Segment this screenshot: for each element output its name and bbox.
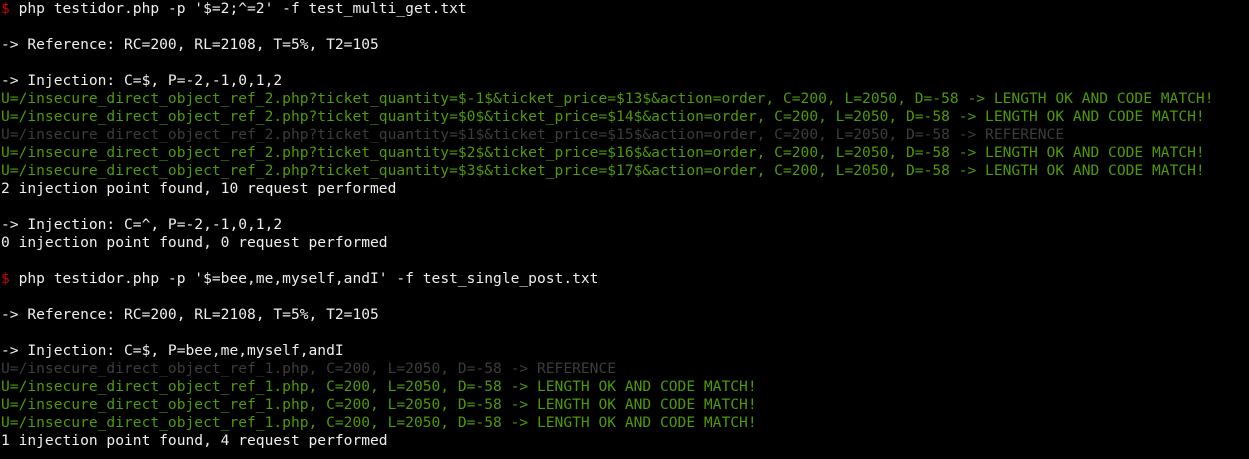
- reference-result-line: U=/insecure_direct_object_ref_1.php, C=2…: [1, 360, 617, 377]
- injection-header-line: -> Injection: C=$, P=bee,me,myself,andI: [1, 342, 344, 359]
- match-result-line: U=/insecure_direct_object_ref_1.php, C=2…: [1, 414, 757, 431]
- command-text: php testidor.php -p '$=bee,me,myself,and…: [18, 270, 599, 287]
- match-result-line: U=/insecure_direct_object_ref_2.php?tick…: [1, 108, 1205, 125]
- terminal-window[interactable]: $ php testidor.php -p '$=2;^=2' -f test_…: [0, 0, 1249, 459]
- injection-header-line: -> Injection: C=$, P=-2,-1,0,1,2: [1, 72, 283, 89]
- injection-summary-line: 1 injection point found, 4 request perfo…: [1, 432, 388, 449]
- prompt-symbol: $: [1, 270, 19, 287]
- injection-summary-line: 0 injection point found, 0 request perfo…: [1, 234, 388, 251]
- match-result-line: U=/insecure_direct_object_ref_1.php, C=2…: [1, 378, 757, 395]
- prompt-symbol: $: [1, 0, 19, 17]
- match-result-line: U=/insecure_direct_object_ref_2.php?tick…: [1, 144, 1205, 161]
- command-line: $ php testidor.php -p '$=2;^=2' -f test_…: [1, 0, 1249, 18]
- reference-summary-line: -> Reference: RC=200, RL=2108, T=5%, T2=…: [1, 306, 379, 323]
- match-result-line: U=/insecure_direct_object_ref_2.php?tick…: [1, 90, 1214, 107]
- injection-header-line: -> Injection: C=^, P=-2,-1,0,1,2: [1, 216, 283, 233]
- command-text: php testidor.php -p '$=2;^=2' -f test_mu…: [18, 0, 467, 17]
- reference-summary-line: -> Reference: RC=200, RL=2108, T=5%, T2=…: [1, 36, 379, 53]
- match-result-line: U=/insecure_direct_object_ref_2.php?tick…: [1, 162, 1205, 179]
- reference-result-line: U=/insecure_direct_object_ref_2.php?tick…: [1, 126, 1065, 143]
- command-line: $ php testidor.php -p '$=bee,me,myself,a…: [1, 270, 1249, 288]
- match-result-line: U=/insecure_direct_object_ref_1.php, C=2…: [1, 396, 757, 413]
- injection-summary-line: 2 injection point found, 10 request perf…: [1, 180, 397, 197]
